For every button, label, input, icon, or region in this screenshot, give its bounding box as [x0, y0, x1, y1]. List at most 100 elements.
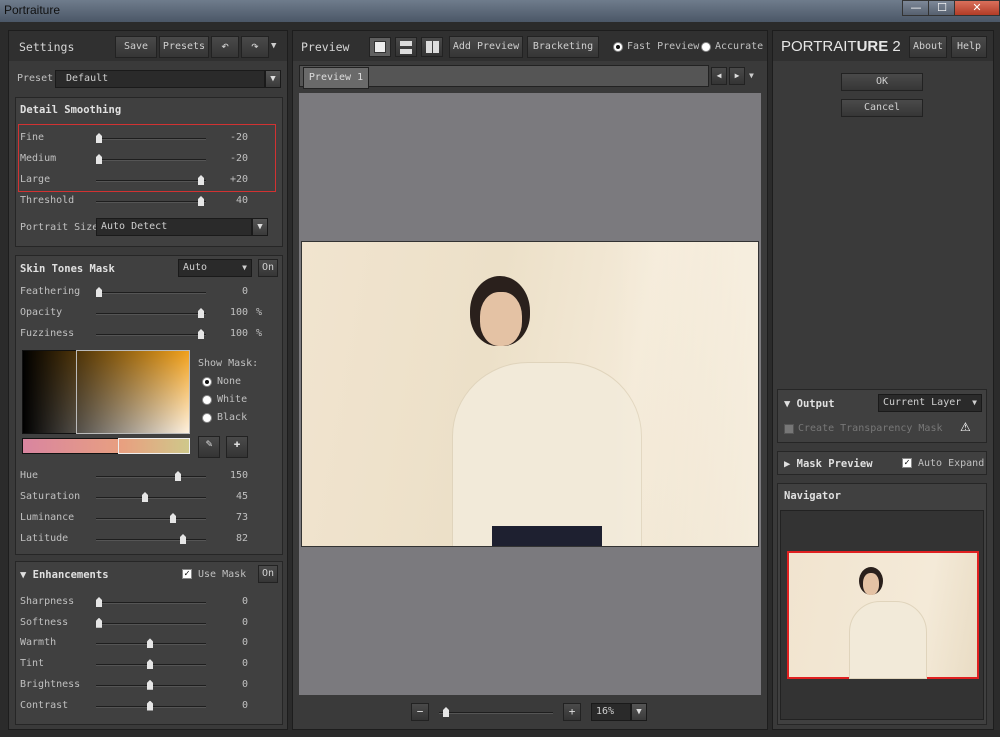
- help-button[interactable]: Help: [951, 36, 987, 58]
- skin-slider2-knob-2[interactable]: [170, 513, 176, 523]
- split-vertical-icon[interactable]: [421, 37, 443, 57]
- eyedropper-icon[interactable]: ✎: [198, 436, 220, 458]
- enh-slider-knob-2[interactable]: [147, 638, 153, 649]
- mask-preview-title[interactable]: ▶ Mask Preview: [784, 458, 873, 470]
- zoom-in-button[interactable]: +: [563, 703, 581, 721]
- portrait-size-dropdown[interactable]: Auto Detect: [96, 218, 252, 236]
- detail-slider-track-0[interactable]: [96, 133, 206, 143]
- skin-slider2-track-2[interactable]: [96, 513, 206, 523]
- navigator-view[interactable]: [780, 510, 984, 720]
- enh-slider-track-0[interactable]: [96, 597, 206, 607]
- accurate-radio[interactable]: [701, 42, 711, 52]
- skin-slider2-track-3[interactable]: [96, 534, 206, 544]
- detail-slider-track-2[interactable]: [96, 175, 206, 185]
- skin-slider-track-0[interactable]: [96, 287, 206, 297]
- detail-smoothing-title: Detail Smoothing: [20, 104, 122, 116]
- skin-slider-knob-2[interactable]: [198, 329, 204, 339]
- zoom-out-button[interactable]: −: [411, 703, 429, 721]
- cancel-button[interactable]: Cancel: [841, 99, 923, 117]
- preview-canvas[interactable]: [299, 93, 761, 695]
- zoom-chevron-down-icon[interactable]: ▼: [631, 703, 647, 721]
- zoom-value: 16%: [596, 706, 615, 717]
- mask-option-radio-white[interactable]: [202, 395, 212, 405]
- add-preview-button[interactable]: Add Preview: [449, 36, 523, 58]
- minimize-button[interactable]: —: [902, 0, 930, 16]
- mask-option-radio-black[interactable]: [202, 413, 212, 423]
- eyedropper-plus-icon[interactable]: ✚: [226, 436, 248, 458]
- navigator-viewport[interactable]: [787, 551, 979, 679]
- tab-prev-icon[interactable]: ◀: [711, 67, 727, 85]
- enh-slider-knob-1[interactable]: [96, 617, 102, 628]
- enhancements-on-button[interactable]: On: [258, 565, 278, 583]
- detail-slider-knob-3[interactable]: [198, 196, 204, 206]
- ok-button[interactable]: OK: [841, 73, 923, 91]
- enh-slider-label-0: Sharpness: [20, 596, 75, 607]
- tab-next-icon[interactable]: ▶: [729, 67, 745, 85]
- redo-icon[interactable]: ↷: [241, 36, 269, 58]
- portrait-size-chevron-down-icon[interactable]: ▼: [252, 218, 268, 236]
- detail-slider-track-3[interactable]: [96, 196, 206, 206]
- enh-slider-track-1[interactable]: [96, 617, 206, 628]
- about-button[interactable]: About: [909, 36, 947, 58]
- enh-slider-track-2[interactable]: [96, 638, 206, 649]
- zoom-dropdown[interactable]: 16%: [591, 703, 631, 721]
- skin-slider-track-1[interactable]: [96, 308, 206, 318]
- skin-slider-label-2: Fuzziness: [20, 328, 75, 339]
- enh-slider-track-5[interactable]: [96, 700, 206, 711]
- skin-slider2-knob-1[interactable]: [142, 492, 148, 502]
- close-button[interactable]: ✕: [954, 0, 1000, 16]
- detail-slider-track-1[interactable]: [96, 154, 206, 164]
- zoom-slider-track[interactable]: [439, 707, 553, 717]
- detail-slider-label-1: Medium: [20, 153, 57, 164]
- bracketing-button[interactable]: Bracketing: [527, 36, 599, 58]
- skin-slider2-track-1[interactable]: [96, 492, 206, 502]
- skin-on-button[interactable]: On: [258, 259, 278, 277]
- enh-slider-value-3: 0: [241, 658, 248, 670]
- skin-slider-knob-1[interactable]: [198, 308, 204, 318]
- enh-slider-knob-3[interactable]: [147, 659, 153, 670]
- nav-photo-shirt: [849, 601, 927, 679]
- settings-menu-icon[interactable]: ▼: [271, 41, 276, 51]
- skin-slider2-label-1: Saturation: [20, 491, 81, 502]
- use-mask-checkbox[interactable]: ✓: [182, 569, 192, 579]
- output-dropdown[interactable]: Current Layer ▼: [878, 394, 982, 412]
- maximize-button[interactable]: ☐: [928, 0, 956, 16]
- preview-photo: [301, 241, 759, 547]
- tab-preview-1[interactable]: Preview 1: [303, 67, 369, 89]
- preview-title: Preview: [301, 40, 350, 54]
- preset-dropdown[interactable]: Default: [55, 70, 265, 88]
- preset-chevron-down-icon[interactable]: ▼: [265, 70, 281, 88]
- enh-slider-label-4: Brightness: [20, 678, 81, 690]
- skin-slider-track-2[interactable]: [96, 329, 206, 339]
- enh-slider-value-4: 0: [241, 678, 248, 690]
- color-picker-selection[interactable]: [76, 350, 190, 434]
- detail-smoothing-section: Detail Smoothing Fine -20 Medium -20 Large +2…: [15, 97, 283, 247]
- skin-slider2-knob-0[interactable]: [175, 471, 181, 481]
- enh-slider-track-3[interactable]: [96, 659, 206, 670]
- split-horizontal-icon[interactable]: [395, 37, 417, 57]
- tab-menu-icon[interactable]: ▼: [749, 71, 754, 80]
- enh-slider-knob-4[interactable]: [147, 679, 153, 690]
- output-title[interactable]: ▼ Output: [784, 398, 835, 410]
- enh-slider-track-4[interactable]: [96, 679, 206, 690]
- enh-slider-knob-0[interactable]: [96, 597, 102, 607]
- fast-preview-radio[interactable]: [613, 42, 623, 52]
- enhancements-title[interactable]: ▼ Enhancements: [20, 569, 109, 581]
- presets-button[interactable]: Presets: [159, 36, 209, 58]
- skin-slider2-knob-3[interactable]: [180, 534, 186, 544]
- skin-slider2-value-0: 150: [229, 470, 248, 481]
- enh-slider-knob-5[interactable]: [147, 700, 153, 711]
- skin-slider2-track-0[interactable]: [96, 471, 206, 481]
- auto-expand-checkbox[interactable]: ✓: [902, 458, 912, 468]
- transparency-checkbox[interactable]: [784, 424, 794, 434]
- zoom-slider-knob[interactable]: [443, 707, 449, 717]
- save-button[interactable]: Save: [115, 36, 157, 58]
- hue-range-selection[interactable]: [118, 438, 190, 454]
- single-view-icon[interactable]: [369, 37, 391, 57]
- undo-icon[interactable]: ↶: [211, 36, 239, 58]
- preset-value: Default: [66, 73, 109, 84]
- skin-slider-knob-0[interactable]: [96, 287, 102, 297]
- skin-mode-dropdown[interactable]: Auto ▼: [178, 259, 252, 277]
- mask-option-radio-none[interactable]: [202, 377, 212, 387]
- skin-slider-unit-1: %: [256, 307, 263, 318]
